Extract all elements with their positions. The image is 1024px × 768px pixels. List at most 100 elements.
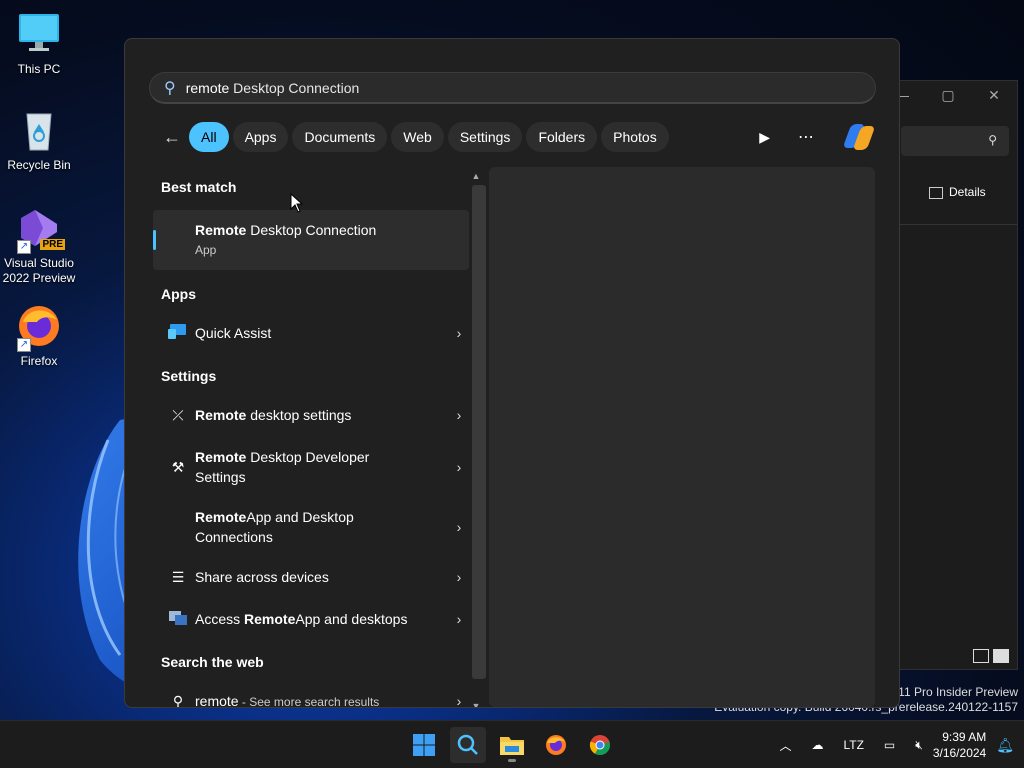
remote-desktop-settings-icon: ⤫ <box>172 406 184 423</box>
details-pane-icon <box>929 187 943 199</box>
web-query: remote <box>195 692 239 708</box>
clock-date: 3/16/2024 <box>932 746 987 760</box>
details-button[interactable]: Details <box>949 185 986 199</box>
results-list: Best match Remote Desktop Connection App… <box>153 167 469 707</box>
scrollbar-thumb[interactable] <box>472 185 486 679</box>
filter-web[interactable]: Web <box>391 122 444 152</box>
developer-settings-icon: ⚒ <box>171 458 185 475</box>
desktop-icon-label: Visual Studio 2022 Preview <box>2 256 76 285</box>
result-title-rest: desktop settings <box>246 407 352 423</box>
clock[interactable]: 9:39 AM 3/16/2024 <box>933 729 986 761</box>
result-title-bold: Remote <box>195 222 247 238</box>
folder-icon <box>500 737 524 755</box>
search-icon: ⚲ <box>164 79 176 97</box>
clock-time: 9:39 AM <box>942 730 987 744</box>
filter-settings[interactable]: Settings <box>447 122 523 152</box>
close-button[interactable]: ✕ <box>971 81 1017 109</box>
play-arrow-icon[interactable]: ▶ <box>759 129 770 146</box>
scroll-down-icon[interactable]: ▼ <box>469 701 483 707</box>
chevron-right-icon[interactable]: › <box>449 569 469 585</box>
desktop-icon-label: This PC <box>17 62 61 76</box>
visual-studio-icon: PRE ↗ <box>15 204 65 254</box>
filter-apps[interactable]: Apps <box>232 122 289 152</box>
share-devices-icon: ☰ <box>171 568 185 585</box>
chevron-right-icon[interactable]: › <box>449 693 469 707</box>
result-title-rest: Desktop Developer <box>246 449 370 465</box>
maximize-button[interactable]: ▢ <box>925 81 971 109</box>
monitor-icon <box>15 10 63 58</box>
result-title-bold: Remote <box>195 449 247 465</box>
result-title-bold: Remote <box>244 611 296 627</box>
desktop-icon-visual-studio[interactable]: PRE ↗ Visual Studio 2022 Preview <box>0 204 78 286</box>
pre-badge: PRE <box>40 239 65 250</box>
chevron-right-icon[interactable]: › <box>449 611 469 627</box>
network-icon[interactable]: ▭ <box>884 738 895 752</box>
shortcut-arrow-icon: ↗ <box>17 338 31 352</box>
chevron-right-icon[interactable]: › <box>449 325 469 341</box>
chrome-icon <box>589 735 610 756</box>
filter-documents[interactable]: Documents <box>292 122 388 152</box>
preview-pane <box>489 167 875 707</box>
notification-bell-icon[interactable]: 🔔︎ <box>996 737 1014 754</box>
explorer-search-input[interactable]: ⚲ <box>901 126 1009 156</box>
result-remote-desktop-settings[interactable]: ⤫ Remote desktop settings › <box>153 395 469 435</box>
taskbar: ︿ ☁ LTZ ▭ 🔇︎ 9:39 AM 3/16/2024 🔔︎ <box>0 720 1024 768</box>
result-title-rest: App and desktops <box>295 611 408 627</box>
result-access-remoteapp[interactable]: Access RemoteApp and desktops › <box>153 599 469 639</box>
firefox-icon: ↗ <box>15 302 63 352</box>
section-best-match: Best match <box>161 179 237 195</box>
start-button[interactable] <box>406 727 442 763</box>
desktop-icon-recycle-bin[interactable]: Recycle Bin <box>0 106 78 172</box>
search-button[interactable] <box>450 727 486 763</box>
desktop-icon-this-pc[interactable]: This PC <box>0 10 78 76</box>
result-share-across-devices[interactable]: ☰ Share across devices › <box>153 557 469 597</box>
file-explorer-window: — ▢ ✕ ⚲ Details <box>895 80 1018 670</box>
filter-all[interactable]: All <box>189 122 229 152</box>
scroll-up-icon[interactable]: ▲ <box>469 171 483 181</box>
desktop-icon-label: Firefox <box>20 354 58 368</box>
tiles-view-icon[interactable] <box>993 649 1009 663</box>
recycle-bin-icon <box>15 106 63 154</box>
result-remoteapp-desktop-connections[interactable]: RemoteApp and Desktop Connections › <box>153 505 469 549</box>
cloud-offline-icon[interactable]: ☁ <box>811 738 823 752</box>
windows-logo-icon <box>413 734 435 756</box>
back-arrow-icon[interactable]: ← <box>149 127 189 148</box>
search-input[interactable]: ⚲ remote Desktop Connection <box>149 72 876 104</box>
chevron-right-icon[interactable]: › <box>449 459 469 475</box>
running-indicator <box>508 759 516 762</box>
desktop-icon-label: Recycle Bin <box>7 158 71 172</box>
show-hidden-icons-chevron-icon[interactable]: ︿ <box>779 737 791 754</box>
volume-muted-icon[interactable]: 🔇︎ <box>915 738 923 753</box>
details-view-icon[interactable] <box>973 649 989 663</box>
system-tray: ︿ ☁ LTZ ▭ 🔇︎ 9:39 AM 3/16/2024 🔔︎ <box>769 721 1024 768</box>
chevron-right-icon[interactable]: › <box>449 407 469 423</box>
shortcut-arrow-icon: ↗ <box>17 240 31 254</box>
language-indicator[interactable]: LTZ <box>843 738 863 752</box>
web-query-suffix: - See more search results <box>238 694 380 708</box>
section-apps: Apps <box>161 286 196 302</box>
result-type: App <box>195 243 217 257</box>
copilot-icon[interactable] <box>842 122 876 152</box>
chevron-right-icon[interactable]: › <box>449 519 469 535</box>
search-icon: ⚲ <box>988 133 997 147</box>
firefox-icon <box>546 735 566 755</box>
best-match-item[interactable]: Remote Desktop Connection App <box>153 210 469 270</box>
results-scrollbar[interactable]: ▲ ▼ <box>469 171 486 707</box>
desktop-icon-firefox[interactable]: ↗ Firefox <box>0 302 78 368</box>
result-title: Share across devices <box>195 569 329 585</box>
mouse-cursor-icon <box>290 193 304 213</box>
file-explorer-button[interactable] <box>494 727 530 763</box>
filter-folders[interactable]: Folders <box>526 122 598 152</box>
more-options-icon[interactable]: ⋯ <box>798 127 815 147</box>
result-title-rest: App and Desktop <box>246 509 354 525</box>
result-title-pre: Access <box>195 611 245 627</box>
result-title-line2: Settings <box>195 469 246 485</box>
result-quick-assist[interactable]: Quick Assist › <box>153 313 469 353</box>
result-title-bold: Remote <box>195 407 247 423</box>
chrome-button[interactable] <box>582 727 618 763</box>
result-remote-desktop-developer-settings[interactable]: ⚒ Remote Desktop Developer Settings › <box>153 445 469 489</box>
result-web-search[interactable]: ⚲ remote - See more search results › <box>153 683 469 708</box>
search-flyout: ⚲ remote Desktop Connection ← All Apps D… <box>124 38 900 708</box>
firefox-button[interactable] <box>538 727 574 763</box>
filter-photos[interactable]: Photos <box>601 122 669 152</box>
